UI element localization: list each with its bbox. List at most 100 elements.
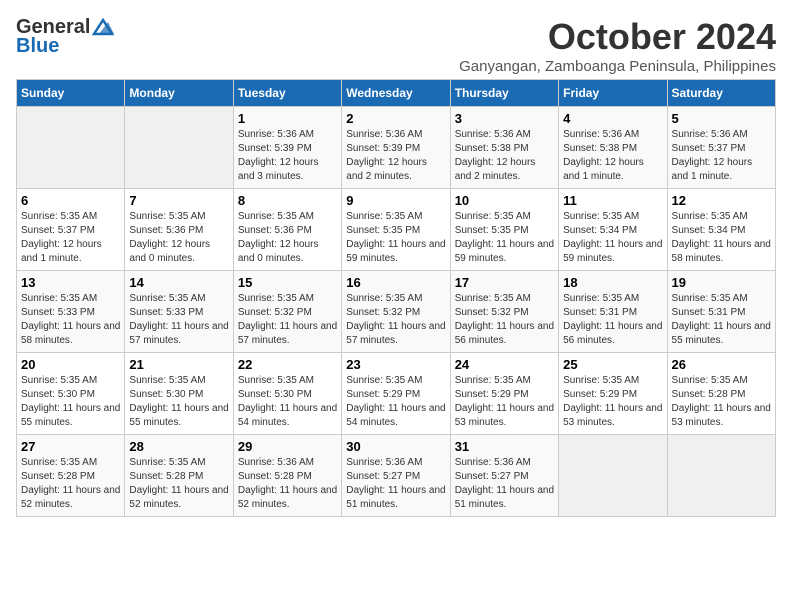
day-number: 12 bbox=[672, 193, 771, 208]
day-number: 24 bbox=[455, 357, 554, 372]
calendar-cell: 19 Sunrise: 5:35 AM Sunset: 5:31 PM Dayli… bbox=[667, 271, 775, 353]
day-detail: Sunrise: 5:35 AM Sunset: 5:31 PM Dayligh… bbox=[672, 292, 771, 348]
calendar-cell: 9Sunrise: 5:35 AM Sunset: 5:35 PM Daylig… bbox=[342, 189, 450, 271]
day-detail: Sunrise: 5:35 AM Sunset: 5:34 PM Dayligh… bbox=[672, 210, 771, 266]
calendar-cell: 4Sunrise: 5:36 AM Sunset: 5:38 PM Daylig… bbox=[559, 107, 667, 189]
calendar-cell: 21 Sunrise: 5:35 AM Sunset: 5:30 PM Dayli… bbox=[125, 353, 233, 435]
calendar-week-row: 27 Sunrise: 5:35 AM Sunset: 5:28 PM Dayli… bbox=[17, 435, 776, 517]
day-detail: Sunrise: 5:35 AM Sunset: 5:29 PM Dayligh… bbox=[455, 374, 554, 430]
day-number: 26 bbox=[672, 357, 771, 372]
calendar-cell: 17 Sunrise: 5:35 AM Sunset: 5:32 PM Dayli… bbox=[450, 271, 558, 353]
day-detail: Sunrise: 5:36 AM Sunset: 5:28 PM Dayligh… bbox=[238, 456, 337, 512]
day-detail: Sunrise: 5:36 AM Sunset: 5:38 PM Dayligh… bbox=[563, 128, 662, 184]
calendar-week-row: 6 Sunrise: 5:35 AM Sunset: 5:37 PM Daylig… bbox=[17, 189, 776, 271]
calendar-cell: 30 Sunrise: 5:36 AM Sunset: 5:27 PM Dayli… bbox=[342, 435, 450, 517]
day-number: 15 bbox=[238, 275, 337, 290]
logo: General Blue bbox=[16, 16, 114, 58]
calendar-cell: 18Sunrise: 5:35 AM Sunset: 5:31 PM Dayli… bbox=[559, 271, 667, 353]
day-detail: Sunrise: 5:35 AM Sunset: 5:33 PM Dayligh… bbox=[21, 292, 120, 348]
calendar-cell: 22Sunrise: 5:35 AM Sunset: 5:30 PM Dayli… bbox=[233, 353, 341, 435]
day-detail: Sunrise: 5:35 AM Sunset: 5:33 PM Dayligh… bbox=[129, 292, 228, 348]
calendar-cell: 3 Sunrise: 5:36 AM Sunset: 5:38 PM Daylig… bbox=[450, 107, 558, 189]
day-number: 17 bbox=[455, 275, 554, 290]
calendar-cell: 29Sunrise: 5:36 AM Sunset: 5:28 PM Dayli… bbox=[233, 435, 341, 517]
day-detail: Sunrise: 5:35 AM Sunset: 5:34 PM Dayligh… bbox=[563, 210, 662, 266]
calendar-cell: 27 Sunrise: 5:35 AM Sunset: 5:28 PM Dayli… bbox=[17, 435, 125, 517]
header-sunday: Sunday bbox=[17, 80, 125, 107]
calendar-cell: 10 Sunrise: 5:35 AM Sunset: 5:35 PM Dayli… bbox=[450, 189, 558, 271]
day-detail: Sunrise: 5:35 AM Sunset: 5:36 PM Dayligh… bbox=[129, 210, 228, 266]
day-detail: Sunrise: 5:36 AM Sunset: 5:39 PM Dayligh… bbox=[346, 128, 445, 184]
calendar-cell bbox=[17, 107, 125, 189]
header-thursday: Thursday bbox=[450, 80, 558, 107]
day-detail: Sunrise: 5:36 AM Sunset: 5:37 PM Dayligh… bbox=[672, 128, 771, 184]
calendar-table: Sunday Monday Tuesday Wednesday Thursday… bbox=[16, 79, 776, 517]
day-number: 18 bbox=[563, 275, 662, 290]
day-number: 6 bbox=[21, 193, 120, 208]
calendar-cell: 16Sunrise: 5:35 AM Sunset: 5:32 PM Dayli… bbox=[342, 271, 450, 353]
logo-icon bbox=[92, 18, 114, 36]
calendar-cell bbox=[125, 107, 233, 189]
calendar-cell: 8 Sunrise: 5:35 AM Sunset: 5:36 PM Daylig… bbox=[233, 189, 341, 271]
header-tuesday: Tuesday bbox=[233, 80, 341, 107]
day-number: 7 bbox=[129, 193, 228, 208]
day-detail: Sunrise: 5:35 AM Sunset: 5:37 PM Dayligh… bbox=[21, 210, 120, 266]
day-number: 22 bbox=[238, 357, 337, 372]
day-detail: Sunrise: 5:35 AM Sunset: 5:36 PM Dayligh… bbox=[238, 210, 337, 266]
calendar-cell: 1 Sunrise: 5:36 AM Sunset: 5:39 PM Daylig… bbox=[233, 107, 341, 189]
day-detail: Sunrise: 5:35 AM Sunset: 5:30 PM Dayligh… bbox=[129, 374, 228, 430]
calendar-week-row: 1 Sunrise: 5:36 AM Sunset: 5:39 PM Daylig… bbox=[17, 107, 776, 189]
day-number: 20 bbox=[21, 357, 120, 372]
calendar-header-row: Sunday Monday Tuesday Wednesday Thursday… bbox=[17, 80, 776, 107]
day-detail: Sunrise: 5:35 AM Sunset: 5:32 PM Dayligh… bbox=[455, 292, 554, 348]
calendar-cell: 13 Sunrise: 5:35 AM Sunset: 5:33 PM Dayli… bbox=[17, 271, 125, 353]
day-number: 30 bbox=[346, 439, 445, 454]
day-number: 16 bbox=[346, 275, 445, 290]
day-number: 10 bbox=[455, 193, 554, 208]
day-detail: Sunrise: 5:35 AM Sunset: 5:28 PM Dayligh… bbox=[21, 456, 120, 512]
day-detail: Sunrise: 5:35 AM Sunset: 5:35 PM Dayligh… bbox=[455, 210, 554, 266]
calendar-cell: 6 Sunrise: 5:35 AM Sunset: 5:37 PM Daylig… bbox=[17, 189, 125, 271]
day-number: 31 bbox=[455, 439, 554, 454]
day-detail: Sunrise: 5:36 AM Sunset: 5:27 PM Dayligh… bbox=[455, 456, 554, 512]
day-number: 23 bbox=[346, 357, 445, 372]
logo-blue-text: Blue bbox=[16, 35, 59, 58]
day-number: 25 bbox=[563, 357, 662, 372]
day-detail: Sunrise: 5:35 AM Sunset: 5:32 PM Dayligh… bbox=[238, 292, 337, 348]
day-detail: Sunrise: 5:36 AM Sunset: 5:39 PM Dayligh… bbox=[238, 128, 337, 184]
calendar-cell: 11 Sunrise: 5:35 AM Sunset: 5:34 PM Dayli… bbox=[559, 189, 667, 271]
day-detail: Sunrise: 5:35 AM Sunset: 5:29 PM Dayligh… bbox=[346, 374, 445, 430]
day-number: 8 bbox=[238, 193, 337, 208]
day-number: 13 bbox=[21, 275, 120, 290]
calendar-cell: 24 Sunrise: 5:35 AM Sunset: 5:29 PM Dayli… bbox=[450, 353, 558, 435]
calendar-cell: 28Sunrise: 5:35 AM Sunset: 5:28 PM Dayli… bbox=[125, 435, 233, 517]
title-section: October 2024 Ganyangan, Zamboanga Penins… bbox=[459, 16, 776, 75]
header-monday: Monday bbox=[125, 80, 233, 107]
day-number: 11 bbox=[563, 193, 662, 208]
day-number: 19 bbox=[672, 275, 771, 290]
day-detail: Sunrise: 5:35 AM Sunset: 5:35 PM Dayligh… bbox=[346, 210, 445, 266]
header-wednesday: Wednesday bbox=[342, 80, 450, 107]
day-number: 14 bbox=[129, 275, 228, 290]
calendar-cell: 31 Sunrise: 5:36 AM Sunset: 5:27 PM Dayli… bbox=[450, 435, 558, 517]
day-number: 28 bbox=[129, 439, 228, 454]
day-number: 1 bbox=[238, 111, 337, 126]
day-number: 3 bbox=[455, 111, 554, 126]
calendar-cell bbox=[667, 435, 775, 517]
calendar-cell: 14 Sunrise: 5:35 AM Sunset: 5:33 PM Dayli… bbox=[125, 271, 233, 353]
calendar-cell bbox=[559, 435, 667, 517]
day-detail: Sunrise: 5:35 AM Sunset: 5:29 PM Dayligh… bbox=[563, 374, 662, 430]
calendar-cell: 15 Sunrise: 5:35 AM Sunset: 5:32 PM Dayli… bbox=[233, 271, 341, 353]
header-friday: Friday bbox=[559, 80, 667, 107]
day-number: 27 bbox=[21, 439, 120, 454]
day-number: 21 bbox=[129, 357, 228, 372]
calendar-cell: 7 Sunrise: 5:35 AM Sunset: 5:36 PM Daylig… bbox=[125, 189, 233, 271]
header-saturday: Saturday bbox=[667, 80, 775, 107]
day-detail: Sunrise: 5:36 AM Sunset: 5:27 PM Dayligh… bbox=[346, 456, 445, 512]
calendar-cell: 20Sunrise: 5:35 AM Sunset: 5:30 PM Dayli… bbox=[17, 353, 125, 435]
calendar-cell: 25 Sunrise: 5:35 AM Sunset: 5:29 PM Dayli… bbox=[559, 353, 667, 435]
page-header: General Blue October 2024 Ganyangan, Zam… bbox=[16, 16, 776, 75]
day-detail: Sunrise: 5:36 AM Sunset: 5:38 PM Dayligh… bbox=[455, 128, 554, 184]
calendar-cell: 2Sunrise: 5:36 AM Sunset: 5:39 PM Daylig… bbox=[342, 107, 450, 189]
day-detail: Sunrise: 5:35 AM Sunset: 5:28 PM Dayligh… bbox=[672, 374, 771, 430]
